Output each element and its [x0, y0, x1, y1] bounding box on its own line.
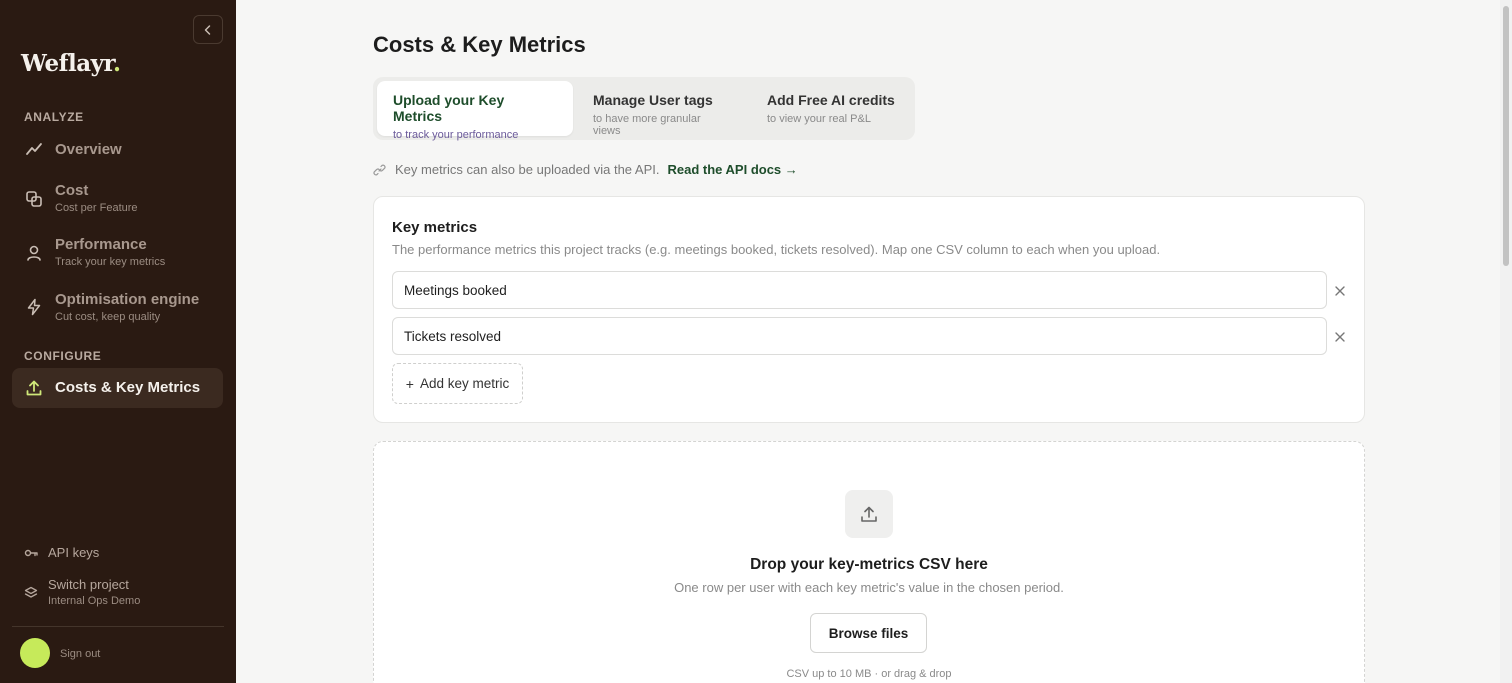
sidebar-item-api-keys[interactable]: API keys: [24, 544, 99, 562]
sidebar-item-label: API keys: [48, 545, 100, 560]
dropzone-title: Drop your key-metrics CSV here: [750, 556, 988, 573]
add-key-metric-button[interactable]: + Add key metric: [392, 363, 523, 404]
upload-icon: [12, 379, 55, 397]
remove-metric-button[interactable]: [1332, 329, 1348, 345]
api-note-text: Key metrics can also be uploaded via the…: [395, 162, 660, 177]
tab-label: Upload your Key Metrics: [393, 92, 505, 124]
user-icon: [12, 236, 55, 262]
sidebar-item-performance[interactable]: Performance Track your key metrics: [12, 236, 223, 270]
logo: Weflayr.: [21, 50, 121, 77]
sidebar-item-switch-project[interactable]: Switch project Internal Ops Demo: [24, 577, 140, 607]
sidebar-item-overview[interactable]: Overview: [12, 141, 223, 163]
section-label-configure: CONFIGURE: [24, 349, 102, 363]
avatar[interactable]: [20, 638, 50, 668]
sidebar-divider: [12, 626, 224, 627]
plus-icon: +: [405, 375, 414, 392]
api-docs-link[interactable]: Read the API docs →: [668, 162, 798, 177]
sidebar-item-cost[interactable]: Cost Cost per Feature: [12, 182, 223, 216]
tab-sublabel: to have more granular views: [593, 113, 701, 137]
sidebar-item-label: Overview: [55, 141, 122, 158]
card-title: Key metrics: [392, 219, 478, 236]
current-project-name: Internal Ops Demo: [48, 595, 141, 607]
lightning-icon: [12, 291, 55, 316]
sidebar-item-label: Optimisation engine: [55, 291, 200, 308]
dropzone-footer: CSV up to 10 MB · or drag & drop: [786, 668, 952, 680]
browse-files-button[interactable]: Browse files: [810, 613, 927, 653]
page-title: Costs & Key Metrics: [373, 32, 586, 57]
sign-out-link[interactable]: Sign out: [60, 648, 100, 660]
key-metric-input[interactable]: [392, 317, 1327, 355]
sidebar-item-label: Costs & Key Metrics: [55, 379, 201, 396]
chevron-left-icon: [204, 24, 211, 35]
tab-add-free-ai-credits[interactable]: Add Free AI credits to view your real P&…: [751, 81, 911, 136]
tab-manage-user-tags[interactable]: Manage User tags to have more granular v…: [577, 81, 743, 137]
close-icon: [1335, 332, 1345, 342]
close-icon: [1335, 286, 1345, 296]
sidebar-item-sublabel: Cut cost, keep quality: [55, 311, 161, 323]
csv-dropzone[interactable]: Drop your key-metrics CSV here One row p…: [373, 441, 1365, 683]
link-icon: [373, 164, 386, 175]
api-note: Key metrics can also be uploaded via the…: [373, 162, 798, 177]
sidebar-item-optimisation-engine[interactable]: Optimisation engine Cut cost, keep quali…: [12, 291, 223, 325]
tab-sublabel: to track your performance: [393, 129, 519, 141]
dropzone-subtitle: One row per user with each key metric's …: [674, 580, 1064, 595]
collapse-sidebar-button[interactable]: [193, 15, 223, 44]
sidebar-item-costs-key-metrics[interactable]: Costs & Key Metrics: [12, 368, 223, 408]
tab-label: Add Free AI credits: [767, 92, 895, 108]
layers-icon: [24, 577, 48, 600]
sidebar: Weflayr. ANALYZE Overview Cost Cost per …: [0, 0, 236, 683]
key-metric-input[interactable]: [392, 271, 1327, 309]
sidebar-item-label: Cost: [55, 182, 89, 199]
sidebar-item-sublabel: Track your key metrics: [55, 256, 166, 268]
tab-bar: Upload your Key Metrics to track your pe…: [373, 77, 915, 141]
sidebar-item-label: Performance: [55, 236, 147, 253]
sidebar-item-sublabel: Cost per Feature: [55, 202, 138, 214]
tab-label: Manage User tags: [593, 92, 713, 108]
trend-line-icon: [12, 141, 55, 159]
add-key-metric-label: Add key metric: [419, 376, 510, 391]
tab-sublabel: to view your real P&L: [767, 113, 871, 125]
scrollbar-thumb[interactable]: [1503, 6, 1509, 266]
tab-upload-key-metrics[interactable]: Upload your Key Metrics to track your pe…: [377, 81, 573, 141]
card-description: The performance metrics this project tra…: [392, 242, 1161, 257]
sidebar-item-label: Switch project: [48, 577, 129, 592]
upload-icon: [845, 490, 893, 538]
remove-metric-button[interactable]: [1332, 283, 1348, 299]
key-metrics-card: Key metrics The performance metrics this…: [373, 196, 1365, 423]
page-scrollbar[interactable]: [1500, 0, 1512, 683]
stacked-squares-icon: [12, 182, 55, 208]
key-icon: [24, 544, 48, 560]
section-label-analyze: ANALYZE: [24, 110, 84, 124]
